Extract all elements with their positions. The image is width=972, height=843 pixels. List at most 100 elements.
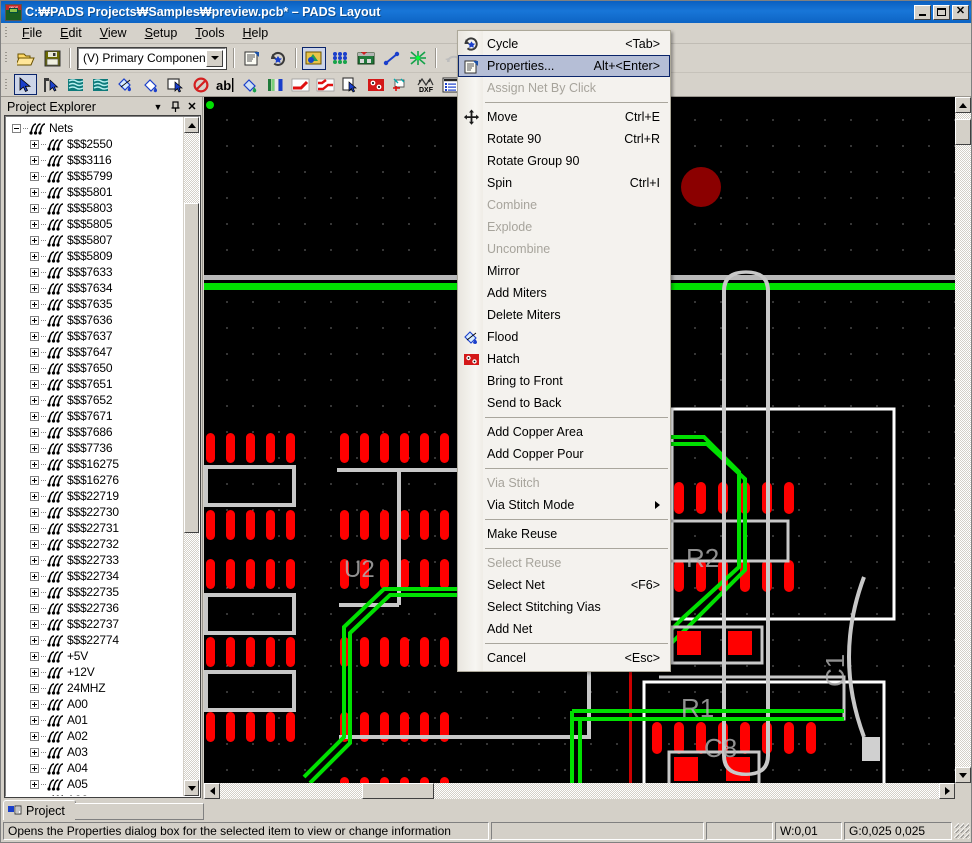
- tree-node-net[interactable]: $$$22734: [6, 568, 183, 584]
- fill-tool-button[interactable]: [239, 74, 262, 95]
- menu-setup[interactable]: Setup: [136, 24, 187, 42]
- tree-expand-toggle[interactable]: [30, 539, 39, 549]
- menu-item-add-copper-area[interactable]: Add Copper Area: [458, 421, 670, 443]
- tree-node-net[interactable]: $$$22731: [6, 520, 183, 536]
- menu-item-rotate-group-90[interactable]: Rotate Group 90: [458, 150, 670, 172]
- tree-node-net[interactable]: A05: [6, 776, 183, 792]
- design-properties-button[interactable]: [240, 47, 264, 70]
- tree-expand-toggle[interactable]: [30, 459, 39, 469]
- copy-select-button[interactable]: [339, 74, 362, 95]
- tree-scroll-down-button[interactable]: [184, 780, 199, 796]
- keepout-button[interactable]: [189, 74, 212, 95]
- menu-tools[interactable]: Tools: [186, 24, 233, 42]
- tree-expand-toggle[interactable]: [30, 715, 39, 725]
- tree-node-net[interactable]: $$$5799: [6, 168, 183, 184]
- tree-node-net[interactable]: $$$16276: [6, 472, 183, 488]
- flood-button[interactable]: [302, 46, 326, 70]
- tree-expand-toggle[interactable]: [30, 763, 39, 773]
- tree-expand-toggle[interactable]: [30, 555, 39, 565]
- board-outline-button[interactable]: [164, 74, 187, 95]
- menu-item-cancel[interactable]: Cancel <Esc>: [458, 647, 670, 669]
- tree-node-nets-root[interactable]: Nets: [6, 120, 183, 136]
- copper-layer-2-button[interactable]: [89, 74, 112, 95]
- menu-drag-grip[interactable]: [3, 25, 10, 41]
- tree-node-net[interactable]: $$$5807: [6, 232, 183, 248]
- tree-expand-toggle[interactable]: [30, 635, 39, 645]
- tree-scrollbar-thumb[interactable]: [184, 203, 199, 533]
- canvas-horizontal-scrollbar[interactable]: [204, 783, 955, 799]
- tree-node-net[interactable]: $$$7671: [6, 408, 183, 424]
- tree-node-net[interactable]: $$$22732: [6, 536, 183, 552]
- tree-expand-toggle[interactable]: [30, 267, 39, 277]
- tree-expand-toggle[interactable]: [30, 491, 39, 501]
- explorer-close-button[interactable]: ✕: [184, 99, 200, 114]
- tree-collapse-toggle[interactable]: [12, 123, 21, 133]
- menu-item-hatch[interactable]: Hatch: [458, 348, 670, 370]
- tree-expand-toggle[interactable]: [30, 299, 39, 309]
- tree-node-net[interactable]: A03: [6, 744, 183, 760]
- tree-node-net[interactable]: $$$3116: [6, 152, 183, 168]
- tree-expand-toggle[interactable]: [30, 139, 39, 149]
- tree-expand-toggle[interactable]: [30, 603, 39, 613]
- toolbar-drag-grip[interactable]: [3, 50, 10, 66]
- tree-node-net[interactable]: $$$7651: [6, 376, 183, 392]
- trace-edit-button[interactable]: [314, 74, 337, 95]
- canvas-scroll-up-button[interactable]: [955, 97, 971, 113]
- tree-expand-toggle[interactable]: [30, 283, 39, 293]
- tree-node-net[interactable]: $$$2550: [6, 136, 183, 152]
- tree-node-net[interactable]: $$$7636: [6, 312, 183, 328]
- menu-item-add-miters[interactable]: Add Miters: [458, 282, 670, 304]
- tree-expand-toggle[interactable]: [30, 667, 39, 677]
- tree-expand-toggle[interactable]: [30, 619, 39, 629]
- tree-expand-toggle[interactable]: [30, 315, 39, 325]
- canvas-scroll-right-button[interactable]: [939, 783, 955, 799]
- tree-expand-toggle[interactable]: [30, 235, 39, 245]
- explorer-pin-button[interactable]: [167, 99, 183, 114]
- menu-item-mirror[interactable]: Mirror: [458, 260, 670, 282]
- tree-vertical-scrollbar[interactable]: [183, 117, 199, 796]
- tree-expand-toggle[interactable]: [30, 651, 39, 661]
- chevron-down-icon[interactable]: [206, 49, 223, 67]
- tree-node-net[interactable]: $$$7634: [6, 280, 183, 296]
- move-tool-button[interactable]: [39, 74, 62, 95]
- tree-node-net[interactable]: $$$5809: [6, 248, 183, 264]
- tree-expand-toggle[interactable]: [30, 203, 39, 213]
- menu-item-flood[interactable]: Flood: [458, 326, 670, 348]
- tree-expand-toggle[interactable]: [30, 331, 39, 341]
- tree-expand-toggle[interactable]: [30, 747, 39, 757]
- text-tool-button[interactable]: ab: [214, 74, 237, 95]
- tree-expand-toggle[interactable]: [30, 427, 39, 437]
- hatch-button[interactable]: [354, 47, 378, 70]
- nets-tree[interactable]: Nets $$$2550 $$$3116 $$$5799 $$$5801 $$$5803 $…: [6, 117, 183, 796]
- flood-area-button[interactable]: [114, 74, 137, 95]
- tree-expand-toggle[interactable]: [30, 379, 39, 389]
- route-button[interactable]: [380, 47, 404, 70]
- menu-item-rotate-90[interactable]: Rotate 90 Ctrl+R: [458, 128, 670, 150]
- canvas-hscroll-thumb[interactable]: [362, 783, 434, 799]
- menu-item-send-to-back[interactable]: Send to Back: [458, 392, 670, 414]
- tree-node-net[interactable]: $$$7650: [6, 360, 183, 376]
- maximize-button[interactable]: [933, 4, 950, 20]
- tree-expand-toggle[interactable]: [30, 411, 39, 421]
- tree-expand-toggle[interactable]: [30, 171, 39, 181]
- resize-grip[interactable]: [954, 823, 970, 839]
- tree-node-net[interactable]: $$$22735: [6, 584, 183, 600]
- explorer-menu-button[interactable]: ▼: [150, 99, 166, 114]
- tree-node-net[interactable]: A00: [6, 696, 183, 712]
- toolbar2-drag-grip[interactable]: [3, 76, 10, 93]
- pour-manager-button[interactable]: [328, 47, 352, 70]
- tree-expand-toggle[interactable]: [30, 699, 39, 709]
- tree-node-net[interactable]: $$$5803: [6, 200, 183, 216]
- menu-item-cycle[interactable]: Cycle <Tab>: [458, 33, 670, 55]
- tree-expand-toggle[interactable]: [30, 587, 39, 597]
- tree-node-net[interactable]: $$$7736: [6, 440, 183, 456]
- tree-expand-toggle[interactable]: [30, 443, 39, 453]
- tree-node-net[interactable]: A04: [6, 760, 183, 776]
- tree-node-net[interactable]: $$$7635: [6, 296, 183, 312]
- tree-node-net[interactable]: $$$5805: [6, 216, 183, 232]
- tree-expand-toggle[interactable]: [30, 347, 39, 357]
- tree-scroll-up-button[interactable]: [184, 117, 199, 133]
- menu-file[interactable]: File: [13, 24, 51, 42]
- minimize-button[interactable]: [914, 4, 931, 20]
- tree-expand-toggle[interactable]: [30, 475, 39, 485]
